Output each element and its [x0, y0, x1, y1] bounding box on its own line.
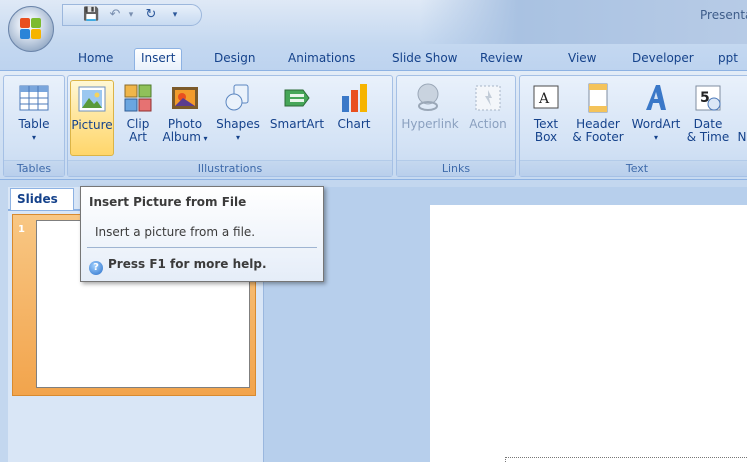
office-button[interactable] — [8, 6, 54, 52]
chart-icon — [338, 82, 370, 114]
picture-icon — [76, 83, 108, 115]
quick-access-toolbar: 💾 ↶ ▾ ↻ ▾ — [62, 4, 202, 26]
wordart-dropdown-icon: ▾ — [653, 133, 658, 142]
svg-text:A: A — [538, 91, 550, 107]
hyperlink-button[interactable]: Hyperlink — [399, 80, 461, 156]
more-text-button[interactable]: N — [732, 80, 747, 156]
group-label-text: Text — [520, 160, 747, 176]
picture-label: Picture — [71, 118, 113, 132]
header-footer-label-2: & Footer — [572, 130, 624, 144]
header-footer-button[interactable]: Header & Footer — [572, 80, 624, 156]
customize-qat-icon[interactable]: ▾ — [167, 7, 183, 23]
photo-album-icon — [169, 82, 201, 114]
clip-art-button[interactable]: Clip Art — [118, 80, 158, 156]
group-label-tables: Tables — [4, 160, 64, 176]
text-box-button[interactable]: A Text Box — [524, 80, 568, 156]
clip-art-label-2: Art — [129, 130, 147, 144]
tooltip-help-text: Press F1 for more help. — [108, 257, 267, 271]
wordart-icon — [640, 82, 672, 114]
table-icon — [18, 82, 50, 114]
table-dropdown-icon: ▾ — [31, 133, 36, 142]
hyperlink-icon — [414, 82, 446, 114]
tab-developer[interactable]: Developer — [626, 49, 700, 70]
help-icon: ? — [89, 261, 103, 275]
tab-home[interactable]: Home — [72, 49, 119, 70]
wordart-label: WordArt — [631, 117, 681, 131]
header-footer-icon — [582, 82, 614, 114]
text-box-label-2: Box — [534, 130, 558, 144]
picture-button[interactable]: Picture — [70, 80, 114, 156]
more-text-label-2: N — [737, 130, 747, 144]
action-icon — [472, 82, 504, 114]
ribbon-tabs: Home Insert Design Animations Slide Show… — [0, 44, 747, 71]
undo-dropdown-icon[interactable]: ▾ — [123, 7, 139, 23]
shapes-dropdown-icon: ▾ — [235, 133, 240, 142]
tab-design[interactable]: Design — [208, 49, 261, 70]
chart-button[interactable]: Chart — [332, 80, 376, 156]
more-text-icon — [733, 82, 747, 114]
date-time-button[interactable]: 5 Date & Time — [686, 80, 730, 156]
office-logo-icon — [20, 18, 42, 40]
group-tables: Table ▾ Tables — [3, 75, 65, 177]
tooltip-title: Insert Picture from File — [89, 195, 247, 209]
tab-review[interactable]: Review — [474, 49, 529, 70]
tab-insert[interactable]: Insert — [134, 48, 183, 71]
action-label: Action — [469, 117, 507, 131]
window-title: Presenta — [700, 8, 747, 22]
photo-album-label-2-text: Album — [162, 130, 201, 144]
undo-icon[interactable]: ↶ — [107, 7, 123, 23]
text-box-icon: A — [530, 82, 562, 114]
tab-slide-show[interactable]: Slide Show — [386, 49, 463, 70]
group-illustrations: Picture Clip Art Photo Album ▾ Shapes ▾ … — [67, 75, 393, 177]
tooltip-help: ? Press F1 for more help. — [89, 257, 267, 275]
shapes-icon — [222, 82, 254, 114]
save-icon[interactable]: 💾 — [83, 7, 99, 23]
ribbon: Table ▾ Tables Picture Clip Art Photo Al… — [0, 70, 747, 180]
tooltip-description: Insert a picture from a file. — [95, 225, 256, 239]
group-links: Hyperlink Action Links — [396, 75, 516, 177]
group-label-illustrations: Illustrations — [68, 160, 392, 176]
tab-animations[interactable]: Animations — [282, 49, 361, 70]
group-label-links: Links — [397, 160, 515, 176]
smartart-button[interactable]: SmartArt — [266, 80, 328, 156]
tooltip-separator — [87, 247, 317, 248]
photo-album-button[interactable]: Photo Album ▾ — [162, 80, 208, 156]
tooltip: Insert Picture from File Insert a pictur… — [80, 186, 324, 282]
photo-album-label-2: Album ▾ — [162, 130, 208, 144]
shapes-label: Shapes — [216, 117, 260, 131]
table-label: Table — [18, 117, 50, 131]
slide-canvas[interactable] — [430, 205, 747, 462]
clip-art-icon — [122, 82, 154, 114]
title-bar-glow — [420, 0, 747, 44]
slide-placeholder[interactable] — [505, 457, 747, 462]
tab-ppt[interactable]: ppt — [712, 49, 744, 70]
group-text: A Text Box Header & Footer WordArt ▾ 5 D… — [519, 75, 747, 177]
wordart-button[interactable]: WordArt ▾ — [628, 80, 684, 156]
action-button[interactable]: Action — [463, 80, 513, 156]
tab-view[interactable]: View — [562, 49, 602, 70]
slide-number: 1 — [18, 224, 25, 235]
tab-slides[interactable]: Slides — [10, 188, 74, 210]
chart-label: Chart — [337, 117, 371, 131]
redo-icon[interactable]: ↻ — [143, 7, 159, 23]
smartart-label: SmartArt — [269, 117, 325, 131]
date-time-label-2: & Time — [686, 130, 730, 144]
date-time-icon: 5 — [692, 82, 724, 114]
smartart-icon — [281, 82, 313, 114]
hyperlink-label: Hyperlink — [401, 117, 459, 131]
table-button[interactable]: Table ▾ — [6, 80, 62, 156]
shapes-button[interactable]: Shapes ▾ — [212, 80, 264, 156]
